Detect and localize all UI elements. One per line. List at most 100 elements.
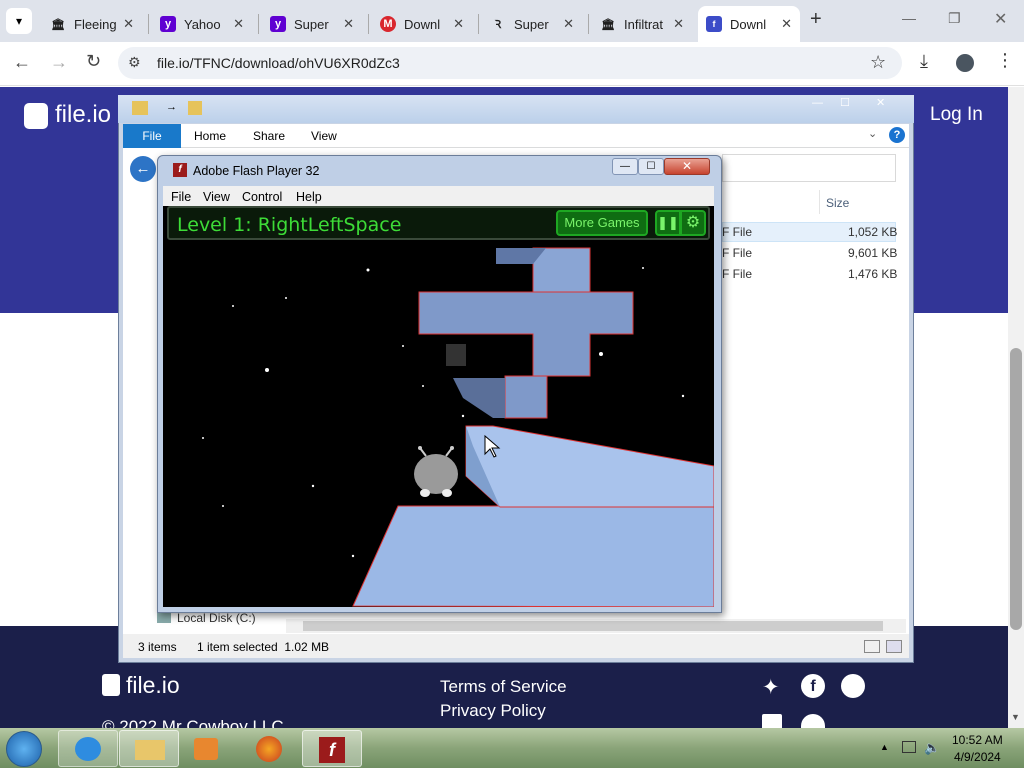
bookmark-star-icon[interactable]: ☆	[870, 52, 886, 73]
tab-0[interactable]: 🏛 Fleeing ✕	[42, 6, 142, 42]
link-icon: Ꝛ	[494, 18, 502, 31]
ribbon-tab-file[interactable]: File	[123, 124, 181, 148]
tab-label: Super	[294, 16, 329, 32]
alien-player	[414, 446, 458, 497]
close-tab-icon[interactable]: ✕	[343, 16, 354, 32]
taskbar-flash-icon[interactable]: f	[302, 730, 362, 767]
folder-icon[interactable]	[188, 101, 202, 115]
more-games-button[interactable]: More Games	[556, 210, 648, 236]
terms-link[interactable]: Terms of Service	[440, 677, 567, 697]
tab-1[interactable]: y Yahoo ✕	[152, 6, 252, 42]
search-box[interactable]	[722, 154, 896, 182]
tab-label: Super	[514, 16, 549, 32]
flash-maximize-icon[interactable]: ☐	[638, 158, 664, 175]
flash-menu-control[interactable]: Control	[242, 190, 282, 204]
taskbar-ie-icon[interactable]	[58, 730, 118, 767]
close-tab-icon[interactable]: ✕	[123, 16, 134, 32]
taskbar-explorer-icon[interactable]	[119, 730, 179, 767]
horizontal-scroll-thumb[interactable]	[303, 621, 883, 631]
volume-icon[interactable]: 🔈	[924, 740, 940, 756]
scroll-down-icon[interactable]: ▼	[1011, 712, 1020, 722]
folder-icon	[132, 101, 148, 115]
distant-block	[446, 344, 466, 366]
facebook-icon[interactable]: f	[801, 674, 825, 698]
details-view-icon[interactable]	[864, 640, 880, 653]
download-icon[interactable]: ⤓	[920, 51, 928, 72]
game-canvas[interactable]	[163, 206, 714, 607]
profile-icon[interactable]	[956, 54, 974, 72]
tab-4[interactable]: Ꝛ Super ✕	[482, 6, 582, 42]
tray-expand-icon[interactable]: ▲	[880, 742, 889, 752]
tab-label: Infiltrat	[624, 16, 664, 32]
start-button[interactable]	[6, 731, 42, 767]
ribbon-tab-share[interactable]: Share	[253, 129, 285, 143]
pause-icon[interactable]: ❚❚	[655, 210, 681, 236]
restore-icon[interactable]: ❐	[948, 10, 961, 27]
close-tab-icon[interactable]: ✕	[563, 16, 574, 32]
file-type: F File	[722, 267, 752, 281]
footer-logo-icon[interactable]	[102, 674, 120, 696]
explorer-maximize-icon[interactable]: ☐	[840, 96, 850, 109]
tab-6[interactable]: f Downl ✕	[698, 6, 800, 42]
flash-close-icon[interactable]: ✕	[664, 158, 710, 175]
reload-icon[interactable]: ↻	[86, 51, 101, 72]
column-header-size[interactable]: Size	[826, 196, 849, 210]
forward-arrow-icon[interactable]: →	[50, 52, 68, 73]
site-info-icon[interactable]: ⚙	[128, 54, 141, 71]
minimize-icon[interactable]: —	[902, 10, 916, 26]
privacy-link[interactable]: Privacy Policy	[440, 701, 546, 721]
status-item-count: 3 items	[138, 640, 177, 654]
explorer-close-icon[interactable]: ✕	[876, 96, 885, 109]
nav-item-local-disk[interactable]: Local Disk (C:)	[177, 611, 256, 625]
fileio-logo[interactable]: file.io	[55, 101, 111, 129]
help-icon[interactable]: ?	[889, 127, 905, 143]
taskbar-media-icon[interactable]	[178, 730, 234, 767]
clock-time[interactable]: 10:52 AM	[952, 733, 1003, 747]
tab-label: Fleeing	[74, 16, 117, 32]
fileio-logo-icon[interactable]	[24, 103, 48, 129]
tab-label: Downl	[730, 16, 767, 32]
close-window-icon[interactable]: ✕	[994, 9, 1007, 29]
settings-gear-icon[interactable]: ⚙	[680, 210, 706, 236]
tab-label: Downl	[404, 16, 441, 32]
flash-menu-help[interactable]: Help	[296, 190, 322, 204]
file-size: 1,052 KB	[848, 225, 898, 239]
tiles-view-icon[interactable]	[886, 640, 902, 653]
yahoo-icon: y	[160, 16, 176, 32]
new-tab-button[interactable]: +	[810, 8, 822, 31]
flash-menu-view[interactable]: View	[203, 190, 230, 204]
url-text[interactable]: file.io/TFNC/download/ohVU6XR0dZc3	[157, 55, 400, 71]
tab-2[interactable]: y Super ✕	[262, 6, 362, 42]
footer-logo[interactable]: file.io	[126, 672, 180, 699]
reddit-icon[interactable]	[841, 674, 865, 698]
twitter-icon[interactable]: ✦	[762, 675, 780, 700]
menu-dots-icon[interactable]: ⋮	[996, 50, 1014, 71]
ribbon-tab-view[interactable]: View	[311, 129, 337, 143]
tab-3[interactable]: M Downl ✕	[372, 6, 472, 42]
ribbon-expand-icon[interactable]: ⌄	[868, 127, 877, 140]
close-tab-icon[interactable]: ✕	[233, 16, 244, 32]
linkedin-icon[interactable]	[762, 714, 782, 728]
tab-label: Yahoo	[184, 16, 221, 32]
file-size: 9,601 KB	[848, 246, 898, 260]
file-size: 1,476 KB	[848, 267, 898, 281]
back-arrow-icon[interactable]: ←	[13, 52, 31, 73]
flash-minimize-icon[interactable]: —	[612, 158, 638, 175]
login-link[interactable]: Log In	[930, 104, 983, 126]
pin-icon[interactable]: →	[166, 101, 177, 113]
ribbon-tab-home[interactable]: Home	[194, 129, 226, 143]
explorer-minimize-icon[interactable]: —	[812, 97, 823, 109]
network-icon[interactable]	[902, 741, 916, 753]
close-tab-icon[interactable]: ✕	[453, 16, 464, 32]
back-circle-icon[interactable]: ←	[130, 156, 156, 182]
museum-icon: 🏛	[601, 18, 615, 31]
close-tab-icon[interactable]: ✕	[673, 16, 684, 32]
close-tab-icon[interactable]: ✕	[781, 16, 792, 32]
tab-search-button[interactable]: ▾	[6, 8, 32, 34]
file-type: F File	[722, 225, 752, 239]
scrollbar-thumb[interactable]	[1010, 348, 1022, 630]
taskbar-firefox-icon[interactable]	[240, 730, 296, 767]
flash-menu-file[interactable]: File	[171, 190, 191, 204]
tab-5[interactable]: 🏛 Infiltrat ✕	[592, 6, 692, 42]
clock-date[interactable]: 4/9/2024	[954, 750, 1001, 764]
